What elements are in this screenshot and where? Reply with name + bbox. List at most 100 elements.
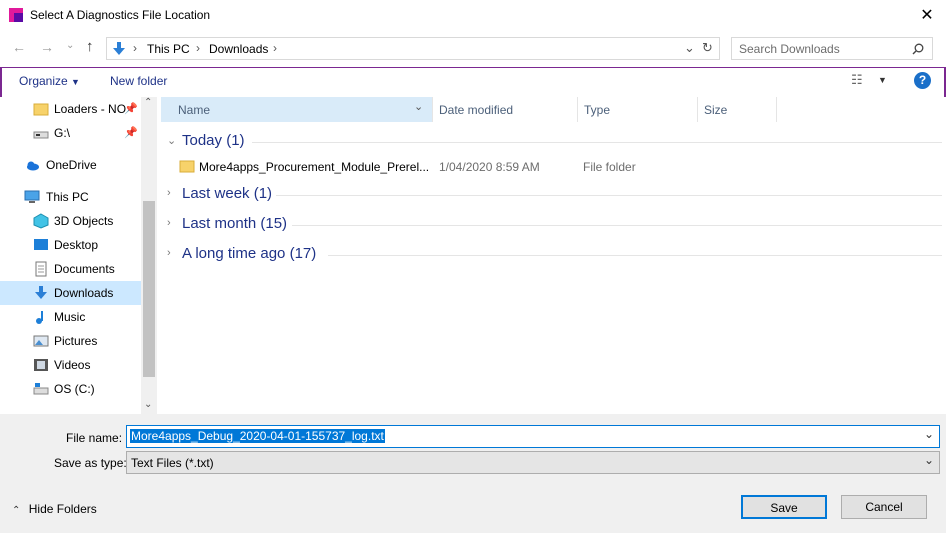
breadcrumb-chevron-icon: › (133, 41, 137, 55)
videos-icon (34, 359, 48, 371)
collapse-chevron-icon[interactable]: ⌄ (167, 134, 176, 147)
nav-label: Loaders - NO (54, 102, 127, 116)
new-folder-button[interactable]: New folder (110, 74, 167, 88)
nav-item-onedrive[interactable]: OneDrive (0, 153, 141, 177)
save-type-value: Text Files (*.txt) (131, 456, 214, 470)
nav-label: OS (C:) (54, 382, 95, 396)
group-divider (252, 142, 942, 143)
nav-item-desktop[interactable]: Desktop (0, 233, 141, 257)
save-type-label: Save as type: (54, 456, 127, 470)
close-button[interactable]: ✕ (912, 2, 942, 30)
organize-label: Organize (19, 74, 68, 88)
column-filter-icon[interactable]: ⌄ (414, 100, 423, 113)
pin-icon[interactable]: 📌 (124, 102, 138, 115)
nav-item-os-c[interactable]: OS (C:) (0, 377, 141, 401)
group-divider (276, 195, 942, 196)
view-options-icon[interactable]: ☷ (851, 72, 863, 88)
scroll-up-icon[interactable]: ⌃ (144, 97, 152, 108)
drive-icon (33, 131, 49, 139)
drive-icon (33, 383, 49, 395)
nav-label: Pictures (54, 334, 98, 348)
file-name: More4apps_Procurement_Module_Prerel... (199, 160, 430, 174)
save-button[interactable]: Save (741, 495, 827, 519)
nav-scrollbar[interactable]: ⌃ ⌄ (141, 97, 157, 414)
column-label: Size (704, 103, 728, 117)
close-icon: ✕ (920, 7, 934, 24)
file-type: File folder (583, 160, 636, 174)
file-name-input[interactable]: More4apps_Debug_2020-04-01-155737_log.tx… (126, 425, 940, 448)
column-header-type[interactable]: Type (577, 97, 697, 122)
up-arrow-icon[interactable]: ↑ (86, 38, 94, 55)
file-row[interactable]: More4apps_Procurement_Module_Prerel... 1… (161, 155, 941, 177)
downloads-location-icon (113, 42, 125, 55)
nav-label: Desktop (54, 238, 99, 252)
computer-icon (24, 190, 40, 203)
back-arrow-icon[interactable]: ← (12, 39, 26, 55)
expand-chevron-icon[interactable]: › (167, 187, 171, 199)
nav-label: Videos (54, 358, 91, 372)
recent-chevron-icon[interactable]: ⌄ (66, 40, 74, 51)
breadcrumb-downloads[interactable]: Downloads (209, 42, 268, 56)
group-header-today[interactable]: Today (1) (182, 132, 245, 149)
breadcrumb-this-pc[interactable]: This PC (147, 42, 190, 56)
save-type-dropdown-icon[interactable]: ⌄ (924, 453, 934, 467)
nav-label: Documents (54, 262, 115, 276)
breadcrumb-chevron-icon: › (273, 41, 277, 55)
view-dropdown-icon[interactable]: ▼ (878, 75, 887, 85)
folder-icon (33, 103, 49, 116)
refresh-icon[interactable]: ↻ (702, 40, 713, 56)
nav-item-videos[interactable]: Videos (0, 353, 141, 377)
file-name-value: More4apps_Debug_2020-04-01-155737_log.tx… (130, 429, 385, 443)
folder-icon (179, 160, 195, 173)
nav-label: OneDrive (46, 158, 97, 172)
column-label: Name (178, 103, 211, 117)
cancel-button[interactable]: Cancel (841, 495, 927, 519)
search-input[interactable]: Search Downloads (739, 42, 840, 56)
pin-icon[interactable]: 📌 (124, 126, 138, 139)
document-icon (35, 261, 47, 277)
nav-label: 3D Objects (54, 214, 114, 228)
address-dropdown-icon[interactable]: ⌄ (684, 40, 695, 56)
search-box[interactable]: Search Downloads (731, 37, 933, 60)
pictures-icon (33, 335, 49, 347)
organize-button[interactable]: Organize ▼ (19, 74, 80, 88)
file-name-label: File name: (66, 431, 123, 445)
download-icon (35, 286, 47, 299)
app-icon (9, 8, 23, 22)
navigation-pane[interactable]: Loaders - NO 📌 G:\ 📌 OneDrive This PC 3D… (0, 97, 158, 414)
nav-scrollbar-thumb[interactable] (143, 201, 155, 377)
forward-arrow-icon[interactable]: → (40, 39, 54, 55)
expand-chevron-icon[interactable]: › (167, 247, 171, 259)
nav-item-this-pc[interactable]: This PC (0, 185, 141, 209)
help-icon[interactable]: ? (914, 72, 931, 89)
column-header-size[interactable]: Size (697, 97, 777, 122)
save-options-panel: File name: More4apps_Debug_2020-04-01-15… (0, 414, 946, 533)
nav-item-pictures[interactable]: Pictures (0, 329, 141, 353)
nav-item-downloads[interactable]: Downloads (0, 281, 141, 305)
search-icon (912, 43, 924, 55)
group-header-last-week[interactable]: Last week (1) (182, 185, 272, 202)
dropdown-arrow-icon: ▼ (71, 77, 80, 87)
group-header-long-ago[interactable]: A long time ago (17) (182, 245, 316, 262)
breadcrumb-chevron-icon: › (196, 41, 200, 55)
save-type-select[interactable]: Text Files (*.txt) ⌄ (126, 451, 940, 474)
nav-label: Music (54, 310, 86, 324)
column-header-name[interactable]: Name ⌄ (161, 97, 432, 122)
group-divider (292, 225, 942, 226)
column-label: Type (584, 103, 611, 117)
file-name-dropdown-icon[interactable]: ⌄ (924, 427, 934, 441)
nav-item-3d-objects[interactable]: 3D Objects (0, 209, 141, 233)
hide-folders-button[interactable]: ⌃ Hide Folders (12, 502, 97, 516)
scroll-down-icon[interactable]: ⌄ (144, 399, 152, 410)
nav-item-documents[interactable]: Documents (0, 257, 141, 281)
nav-item-g-drive[interactable]: G:\ 📌 (0, 121, 141, 145)
nav-item-loaders[interactable]: Loaders - NO 📌 (0, 97, 141, 121)
nav-label: This PC (46, 190, 89, 204)
column-header-date[interactable]: Date modified (432, 97, 577, 122)
nav-label: G:\ (54, 126, 71, 140)
expand-chevron-icon[interactable]: › (167, 217, 171, 229)
window-title: Select A Diagnostics File Location (30, 8, 211, 22)
address-bar[interactable]: › This PC › Downloads › ⌄ ↻ (106, 37, 720, 60)
group-header-last-month[interactable]: Last month (15) (182, 215, 287, 232)
nav-item-music[interactable]: Music (0, 305, 141, 329)
